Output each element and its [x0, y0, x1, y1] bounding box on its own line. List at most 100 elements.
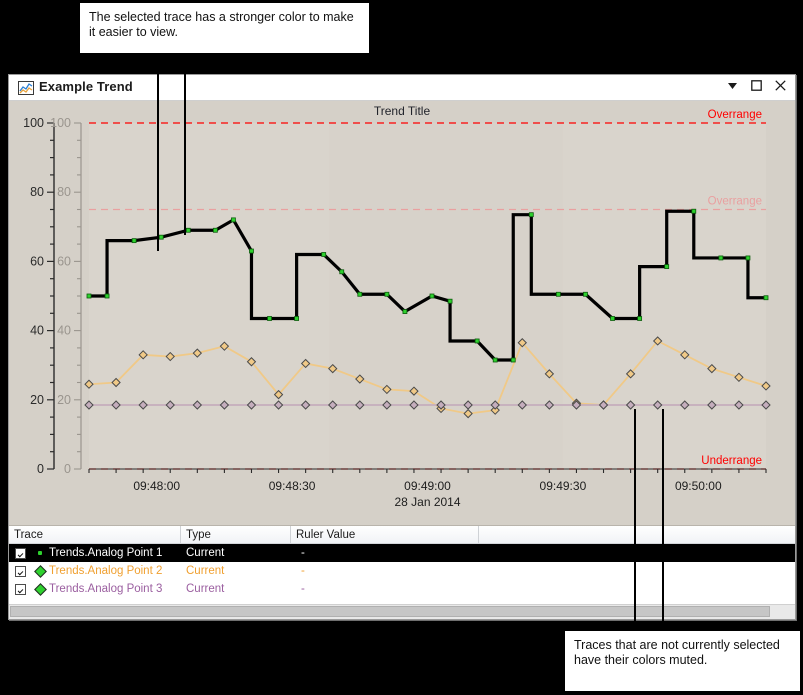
trace-type: Current	[186, 583, 225, 595]
trend-window: Example Trend Trend Title Overrange Overr…	[8, 74, 796, 620]
data-point-marker	[691, 208, 697, 214]
data-point-marker	[384, 291, 390, 297]
data-point-marker	[158, 234, 164, 240]
data-point-marker	[104, 293, 110, 299]
plot-band-left	[89, 123, 330, 469]
checkbox-box[interactable]	[14, 583, 26, 595]
data-point-marker	[763, 295, 769, 301]
trace-name: Trends.Analog Point 1	[49, 547, 163, 559]
trace-marker-swatch	[31, 582, 49, 596]
annotation-leader-line-c	[634, 409, 636, 631]
window-controls	[726, 79, 787, 92]
trace-type: Current	[186, 547, 225, 559]
y-tick-label-secondary: 0	[64, 462, 71, 476]
y-tick-label-primary: 80	[30, 185, 44, 199]
y-tick-label-secondary: 40	[57, 324, 71, 338]
column-header-type[interactable]: Type	[181, 526, 291, 543]
x-tick-label: 09:48:00	[133, 479, 180, 493]
y-tick-label-primary: 40	[30, 324, 44, 338]
data-point-marker	[429, 293, 435, 299]
trace-visibility-checkbox[interactable]	[9, 547, 31, 559]
data-point-marker	[510, 357, 516, 363]
annotation-callout-top: The selected trace has a stronger color …	[79, 2, 370, 54]
y-tick-label-primary: 0	[37, 462, 44, 476]
column-header-trace[interactable]: Trace	[9, 526, 181, 543]
window-title: Example Trend	[39, 79, 133, 94]
close-icon[interactable]	[774, 79, 787, 92]
annotation-leader-line-a	[157, 38, 159, 251]
y-tick-label-secondary: 20	[57, 393, 71, 407]
checkbox-box[interactable]	[14, 565, 26, 577]
table-row[interactable]: Trends.Analog Point 2 Current -	[9, 562, 795, 580]
annotation-callout-bottom: Traces that are not currently selected h…	[564, 630, 801, 692]
data-point-marker	[267, 316, 272, 321]
column-header-ruler-value[interactable]: Ruler Value	[291, 526, 479, 543]
data-point-marker	[583, 291, 588, 297]
horizontal-scrollbar[interactable]	[9, 604, 795, 619]
checkbox-box[interactable]	[14, 547, 26, 559]
data-point-marker	[664, 264, 670, 269]
trace-marker-swatch	[31, 564, 49, 578]
data-point-marker	[610, 316, 615, 321]
data-point-marker	[402, 309, 408, 314]
data-point-marker	[185, 227, 191, 233]
y-tick-label-primary: 20	[30, 393, 44, 407]
data-point-marker	[249, 248, 254, 254]
trace-name: Trends.Analog Point 3	[49, 583, 163, 595]
y-tick-label-secondary: 60	[57, 254, 71, 268]
window-title-bar: Example Trend	[9, 75, 795, 101]
y-tick-label-secondary: 80	[57, 185, 71, 199]
x-tick-label: 09:49:00	[404, 479, 451, 493]
plot-band-right	[562, 123, 766, 469]
trace-table-body[interactable]: Trends.Analog Point 1 Current - Trends.Anal…	[9, 544, 795, 598]
x-tick-label: 09:50:00	[675, 479, 722, 493]
trace-visibility-checkbox[interactable]	[9, 583, 31, 595]
data-point-marker	[745, 255, 751, 261]
limit-label-underrange-2: Underrange	[701, 455, 762, 467]
trace-marker-swatch	[31, 551, 49, 555]
column-header-blank[interactable]	[479, 526, 795, 543]
data-point-marker	[357, 291, 363, 297]
data-point-marker	[447, 298, 453, 304]
trend-chart-icon	[18, 80, 34, 96]
trace-ruler-value: -	[301, 565, 305, 577]
trace-table-header: Trace Type Ruler Value	[9, 526, 795, 544]
trace-type: Current	[186, 565, 225, 577]
data-point-marker	[212, 227, 218, 233]
trace-table[interactable]: Trace Type Ruler Value Trends.Analog Poi…	[9, 526, 795, 619]
chevron-down-icon[interactable]	[726, 79, 739, 92]
annotation-leader-line-d	[662, 409, 664, 631]
table-row[interactable]: Trends.Analog Point 1 Current -	[9, 544, 795, 562]
limit-label-overrange-0: Overrange	[708, 109, 762, 121]
data-point-marker	[131, 238, 137, 244]
x-axis-label: 28 Jan 2014	[394, 495, 460, 509]
trace-visibility-checkbox[interactable]	[9, 565, 31, 577]
x-tick-label: 09:49:30	[540, 479, 587, 493]
data-point-marker	[321, 252, 327, 257]
y-tick-label-primary: 100	[23, 116, 44, 130]
annotation-leader-line-b	[184, 38, 186, 235]
y-tick-label-secondary: 100	[50, 116, 71, 130]
data-point-marker	[528, 212, 534, 218]
y-tick-label-primary: 60	[30, 254, 44, 268]
data-point-marker	[718, 255, 724, 261]
data-point-marker	[231, 217, 236, 223]
trace-ruler-value: -	[301, 583, 305, 595]
scrollbar-thumb[interactable]	[10, 606, 770, 617]
data-point-marker	[555, 291, 561, 297]
table-row[interactable]: Trends.Analog Point 3 Current -	[9, 580, 795, 598]
chart-plot-svg[interactable]: Overrange Overrange Underrange 0 0 20 20 40 40 60…	[9, 101, 795, 525]
maximize-icon[interactable]	[750, 79, 763, 92]
x-tick-label: 09:48:30	[269, 479, 316, 493]
data-point-marker	[474, 338, 480, 344]
annotation-callout-top-text: The selected trace has a stronger color …	[89, 10, 354, 39]
data-point-marker	[339, 269, 345, 275]
trend-chart[interactable]: Trend Title Overrange Overrange Underrange…	[9, 101, 795, 526]
data-point-marker	[86, 293, 92, 299]
data-point-marker	[294, 316, 300, 321]
trace-ruler-value: -	[301, 547, 305, 559]
limit-label-overrange-1: Overrange	[708, 196, 762, 208]
data-point-marker	[637, 316, 643, 321]
annotation-callout-bottom-text: Traces that are not currently selected h…	[574, 638, 780, 667]
trace-name: Trends.Analog Point 2	[49, 565, 163, 577]
